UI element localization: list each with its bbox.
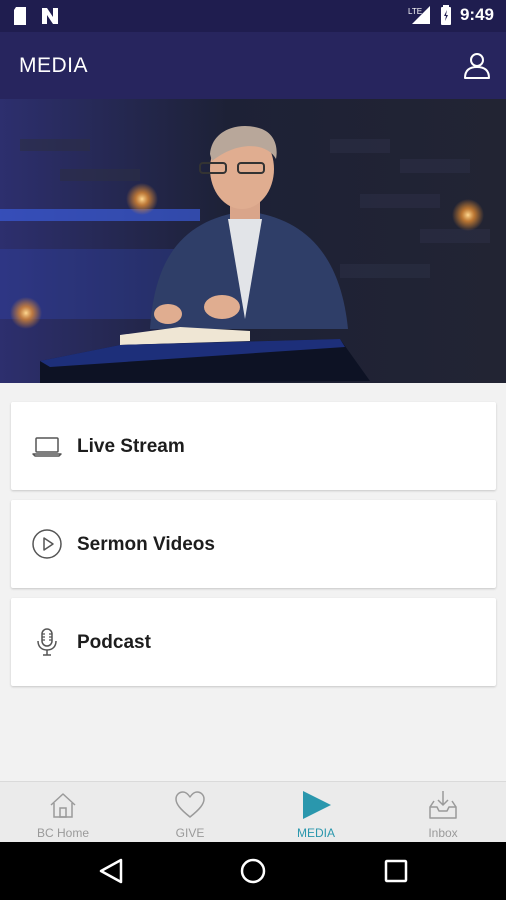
hero-image — [0, 99, 506, 383]
nav-item-give[interactable]: GIVE — [127, 782, 253, 843]
status-bar: LTE 9:49 — [0, 0, 506, 32]
app-bar: MEDIA — [0, 32, 506, 99]
menu-item-live-stream[interactable]: Live Stream — [11, 402, 496, 490]
speaker-photo — [0, 99, 506, 383]
play-circle-icon — [32, 529, 62, 559]
heart-icon — [175, 791, 205, 818]
home-icon — [50, 793, 76, 818]
status-time: 9:49 — [459, 5, 494, 24]
signal-icon: LTE — [408, 6, 430, 24]
n-notification-icon — [42, 8, 58, 24]
bottom-nav: BC Home GIVE MEDIA Inbox — [0, 781, 506, 842]
menu-item-label: Sermon Videos — [77, 534, 215, 555]
recents-icon[interactable] — [380, 855, 412, 887]
nav-item-inbox[interactable]: Inbox — [380, 782, 506, 843]
user-profile-icon[interactable] — [462, 50, 492, 80]
nav-label: BC Home — [36, 826, 89, 840]
menu-item-sermon-videos[interactable]: Sermon Videos — [11, 500, 496, 588]
system-nav-bar — [0, 842, 506, 900]
nav-label: Inbox — [428, 826, 458, 840]
page-title: MEDIA — [19, 54, 89, 77]
laptop-icon — [32, 437, 62, 457]
home-circle-icon[interactable] — [237, 855, 269, 887]
menu-item-label: Podcast — [77, 632, 151, 653]
battery-icon — [440, 5, 451, 25]
sd-card-icon — [14, 7, 26, 25]
menu-item-podcast[interactable]: Podcast — [11, 598, 496, 686]
play-icon — [303, 791, 331, 819]
menu-item-label: Live Stream — [77, 436, 185, 457]
nav-item-bc-home[interactable]: BC Home — [0, 782, 126, 843]
microphone-icon — [37, 628, 57, 656]
inbox-icon — [429, 791, 457, 819]
nav-item-media[interactable]: MEDIA — [253, 782, 379, 843]
svg-text:LTE: LTE — [408, 7, 422, 16]
nav-label: MEDIA — [296, 826, 335, 840]
nav-label: GIVE — [175, 826, 205, 840]
back-icon[interactable] — [95, 855, 127, 887]
